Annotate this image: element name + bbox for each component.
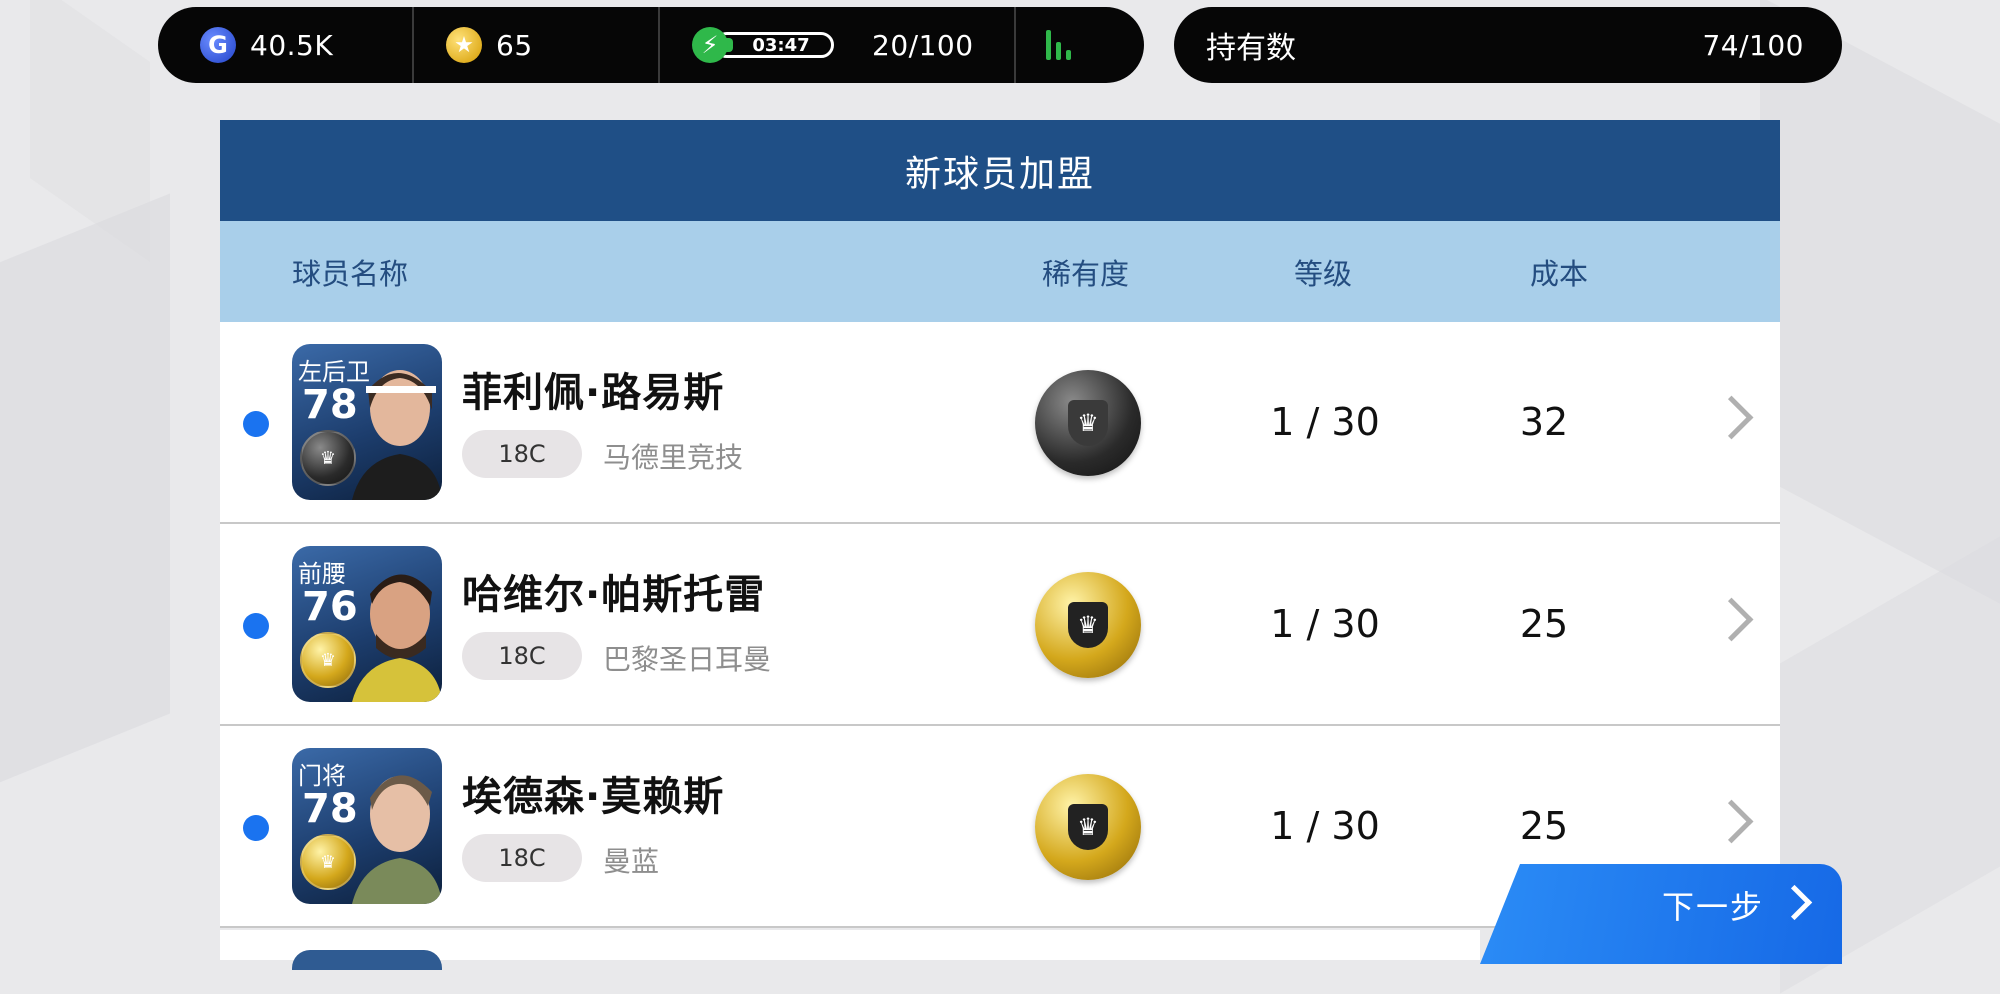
- coins-value: 65: [496, 28, 533, 62]
- column-cost: 成本: [1530, 256, 1589, 291]
- player-level: 1 / 30: [1270, 400, 1380, 444]
- gold-ball-icon: ♛: [300, 834, 356, 890]
- new-indicator-dot: [243, 815, 269, 841]
- player-card[interactable]: 门将 78 ♛: [292, 748, 442, 904]
- black-ball-icon: ♛: [300, 430, 356, 486]
- season-badge: 18C: [462, 632, 582, 680]
- column-rarity: 稀有度: [1042, 256, 1130, 291]
- new-indicator-dot: [243, 613, 269, 639]
- gold-ball-icon: ♛: [1035, 774, 1141, 880]
- g-coin-icon: G: [200, 27, 236, 63]
- player-level: 1 / 30: [1270, 602, 1380, 646]
- player-rating: 78: [302, 382, 358, 428]
- player-rating: 78: [302, 786, 358, 832]
- next-step-label: 下一步: [1662, 888, 1765, 926]
- player-card: [292, 950, 442, 970]
- chevron-right-icon[interactable]: [1709, 395, 1754, 440]
- player-name: 哈维尔·帕斯托雷: [462, 572, 766, 618]
- gp-value: 40.5K: [250, 28, 334, 62]
- signal-bars-icon: [1046, 30, 1071, 60]
- background-shape: [30, 0, 150, 263]
- energy-display[interactable]: ⚡ 03:47 20/100: [660, 7, 1014, 83]
- player-cost: 25: [1519, 602, 1569, 646]
- column-player-name: 球员名称: [292, 256, 409, 291]
- season-badge: 18C: [462, 430, 582, 478]
- gold-ball-icon: ♛: [300, 632, 356, 688]
- background-shape: [0, 193, 170, 807]
- player-name: 埃德森·莫赖斯: [462, 774, 725, 820]
- energy-meter: 03:47: [714, 32, 834, 58]
- panel-title: 新球员加盟: [220, 120, 1780, 221]
- chevron-right-icon: [1776, 884, 1813, 921]
- column-level: 等级: [1294, 256, 1353, 291]
- player-cost: 32: [1519, 400, 1569, 444]
- energy-value: 20/100: [872, 28, 974, 62]
- club-name: 马德里竞技: [603, 441, 744, 474]
- club-name: 曼蓝: [603, 845, 660, 878]
- player-row-partial[interactable]: [220, 930, 1480, 970]
- club-name: 巴黎圣日耳曼: [603, 643, 772, 676]
- player-card[interactable]: 前腰 76 ♛: [292, 546, 442, 702]
- currency-status-bar: G 40.5K ★ 65 ⚡ 03:47 20/100: [158, 7, 1144, 83]
- energy-timer: 03:47: [752, 34, 810, 56]
- lightning-icon: ⚡: [692, 27, 728, 63]
- player-name: 菲利佩·路易斯: [462, 370, 725, 416]
- background-shape: [1760, 0, 2000, 604]
- player-level: 1 / 30: [1270, 804, 1380, 848]
- gold-ball-icon: ♛: [1035, 572, 1141, 678]
- holdings-label: 持有数: [1206, 31, 1296, 66]
- holdings-bar: 持有数 74/100: [1174, 7, 1842, 83]
- new-players-panel: 新球员加盟 球员名称 稀有度 等级 成本 左后卫 78 ♛ 菲利佩·路易斯 18…: [220, 120, 1780, 960]
- signal-button[interactable]: [1016, 7, 1071, 83]
- player-rating: 76: [302, 584, 358, 630]
- gp-display[interactable]: G 40.5K: [158, 7, 412, 83]
- player-card[interactable]: 左后卫 78 ♛: [292, 344, 442, 500]
- column-header: 球员名称 稀有度 等级 成本: [220, 221, 1780, 322]
- coins-display[interactable]: ★ 65: [414, 7, 658, 83]
- player-row[interactable]: 前腰 76 ♛ 哈维尔·帕斯托雷 18C 巴黎圣日耳曼 ♛ 1 / 30 25: [220, 524, 1780, 726]
- holdings-value: 74/100: [1702, 28, 1804, 62]
- chevron-right-icon[interactable]: [1709, 799, 1754, 844]
- player-cost: 25: [1519, 804, 1569, 848]
- star-coin-icon: ★: [446, 27, 482, 63]
- black-ball-icon: ♛: [1035, 370, 1141, 476]
- new-indicator-dot: [243, 411, 269, 437]
- player-row[interactable]: 左后卫 78 ♛ 菲利佩·路易斯 18C 马德里竞技 ♛ 1 / 30 32: [220, 322, 1780, 524]
- season-badge: 18C: [462, 834, 582, 882]
- chevron-right-icon[interactable]: [1709, 597, 1754, 642]
- next-step-button[interactable]: 下一步: [1480, 864, 1842, 964]
